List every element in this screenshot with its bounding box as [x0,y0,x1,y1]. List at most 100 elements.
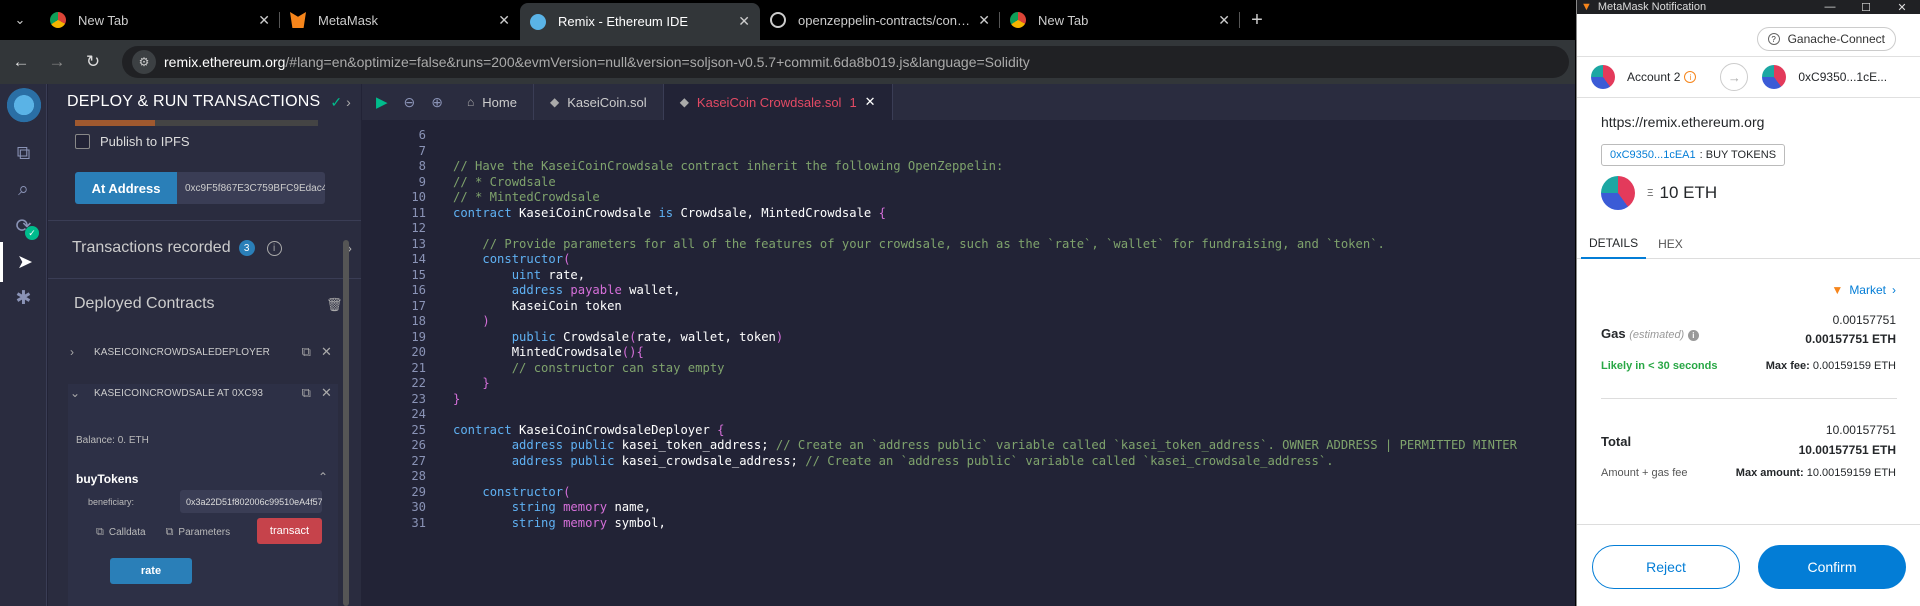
parameters-button[interactable]: Parameters [178,527,230,538]
publish-ipfs-option[interactable]: Publish to IPFS [75,134,190,149]
chevron-up-icon[interactable]: ⌃ [318,470,328,484]
trash-icon[interactable]: 🗑 [326,297,343,313]
total-value: 10.00157751 [1825,423,1896,437]
tab-hex[interactable]: HEX [1650,229,1691,259]
code-editor[interactable]: 6 7 8// Have the KaseiCoinCrowdsale contra… [362,120,1575,606]
account-avatar [1591,65,1615,89]
contract-name: KASEICOINCROWDSALE AT 0XC93 [94,387,264,399]
minimize-icon[interactable]: — [1812,1,1848,14]
browser-tab-remix[interactable]: Remix - Ethereum IDE ✕ [520,3,760,40]
window-controls: — ☐ ✕ [1812,1,1920,14]
deployed-contract-crowdsale[interactable]: ⌄ KASEICOINCROWDSALE AT 0XC93 ⧉ ✕ [70,376,332,410]
publish-ipfs-checkbox[interactable] [75,134,90,149]
copy-icon[interactable]: ⧉ [302,385,311,401]
window-titlebar: ▼ MetaMask Notification — ☐ ✕ [1577,0,1920,14]
site-info-icon[interactable]: ⚙ [132,50,156,74]
line-source: string memory symbol, [511,515,666,530]
tab-search-button[interactable]: ⌄ [0,0,40,40]
tab-kaseicoin-crowdsale[interactable]: ◆ KaseiCoin Crowdsale.sol 1 ✕ [663,84,893,120]
publish-ipfs-label: Publish to IPFS [100,134,190,149]
reload-button[interactable]: ↻ [78,47,108,77]
amount-gas-fee-label: Amount + gas fee [1601,467,1688,479]
total-eth: 10.00157751 ETH [1798,443,1896,457]
network-indicator[interactable]: ? Ganache-Connect [1756,27,1896,51]
file-explorer-button[interactable]: ⧉ [0,134,47,174]
new-tab-button[interactable]: + [1240,3,1274,37]
max-fee-label: Max fee: [1765,360,1810,372]
browser-tab-metamask[interactable]: MetaMask ✕ [280,3,520,37]
chevron-down-icon[interactable]: ⌄ [70,386,86,400]
transact-button[interactable]: transact [257,518,322,544]
panel-header: DEPLOY & RUN TRANSACTIONS ✓ › [48,84,361,120]
close-icon[interactable]: ✕ [1884,1,1920,14]
search-button[interactable]: ⌕ [0,170,47,210]
browser-tab-github[interactable]: openzeppelin-contracts/contra ✕ [760,3,1000,37]
code-line[interactable]: 31 string memory symbol, [362,514,1575,533]
from-account-name: Account 2 [1627,70,1681,84]
close-icon[interactable]: ✕ [321,385,332,401]
address-bar[interactable]: ⚙ remix.ethereum.org /#lang=en&optimize=… [122,46,1569,78]
function-name: buyTokens [76,472,139,486]
max-amount: Max amount: 10.00159159 ETH [1736,467,1896,479]
tab-home[interactable]: ⌂ Home [451,84,534,120]
contract-method-badge[interactable]: 0xC9350...1cEA1 : BUY TOKENS [1601,144,1786,166]
back-button[interactable]: ← [6,47,36,77]
info-icon: i [266,240,282,256]
at-address-button[interactable]: At Address [75,172,177,204]
close-icon[interactable]: ✕ [1218,12,1230,29]
tab-label: Home [482,94,517,110]
close-icon[interactable]: ✕ [865,94,876,110]
gas-market-selector[interactable]: ▼ Market › [1831,283,1896,297]
function-utilities: ⧉ Calldata ⧉ Parameters [76,520,230,544]
scrollbar[interactable] [343,240,349,606]
play-icon[interactable]: ▶ [376,93,388,111]
reject-button[interactable]: Reject [1592,545,1740,589]
arrow-right-icon: → [1720,63,1749,91]
chevron-right-icon[interactable]: › [70,345,86,359]
solidity-compiler-button[interactable]: ⟳ ✓ [0,206,47,246]
tab-separator [1239,12,1240,28]
contract-address[interactable]: 0xC9350...1cEA1 [1610,149,1696,161]
tab-label: openzeppelin-contracts/contra [798,12,971,28]
close-icon[interactable]: ✕ [498,12,510,29]
at-address-group: At Address 0xc9F5f867E3C759BFC9Edac47 [75,172,325,204]
beneficiary-input[interactable]: 0x3a22D51f802006c99510eA4f57A [180,490,322,513]
github-icon [770,12,786,28]
divider [48,220,361,221]
remix-icon [530,13,546,30]
info-icon[interactable]: i [1687,330,1699,341]
max-amount-value: 10.00159159 ETH [1806,467,1896,479]
browser-tab-new-tab-1[interactable]: New Tab ✕ [40,3,280,37]
remix-home-button[interactable] [0,84,47,130]
rate-button[interactable]: rate [110,558,192,584]
close-icon[interactable]: ✕ [978,12,990,29]
confirm-button[interactable]: Confirm [1758,545,1906,589]
copy-icon[interactable]: ⧉ [166,526,174,539]
url-host: remix.ethereum.org [164,54,286,70]
close-icon[interactable]: ✕ [258,12,270,29]
forward-button[interactable]: → [42,47,72,77]
browser-tab-new-tab-2[interactable]: New Tab ✕ [1000,3,1240,37]
transactions-recorded-toggle[interactable]: Transactions recorded 3 i › [72,239,352,257]
at-address-input[interactable]: 0xc9F5f867E3C759BFC9Edac47 [177,172,325,204]
tab-label: New Tab [78,12,129,28]
calldata-button[interactable]: Calldata [109,527,146,538]
copy-icon[interactable]: ⧉ [96,526,104,539]
deployed-contract-deployer[interactable]: › KASEICOINCROWDSALEDEPLOYER ⧉ ✕ [70,335,332,369]
chevron-right-icon[interactable]: › [346,94,351,110]
close-icon[interactable]: ✕ [321,344,332,360]
to-account[interactable]: 0xC9350...1cE... [1762,65,1887,89]
network-name: Ganache-Connect [1787,32,1885,46]
zoom-in-icon[interactable]: ⊕ [431,94,443,111]
copy-icon[interactable]: ⧉ [302,344,311,360]
search-icon: ⌕ [18,179,29,200]
maximize-icon[interactable]: ☐ [1848,1,1884,14]
tab-kaseicoin[interactable]: ◆ KaseiCoin.sol [534,84,664,120]
debugger-button[interactable]: ✱ [0,278,47,318]
close-icon[interactable]: ✕ [738,13,750,30]
check-icon: ✓ [25,226,39,240]
tab-details[interactable]: DETAILS [1581,229,1647,259]
zoom-out-icon[interactable]: ⊖ [404,94,416,111]
deploy-run-button[interactable]: ➤ [0,242,47,282]
tab-label: KaseiCoin.sol [567,94,647,110]
